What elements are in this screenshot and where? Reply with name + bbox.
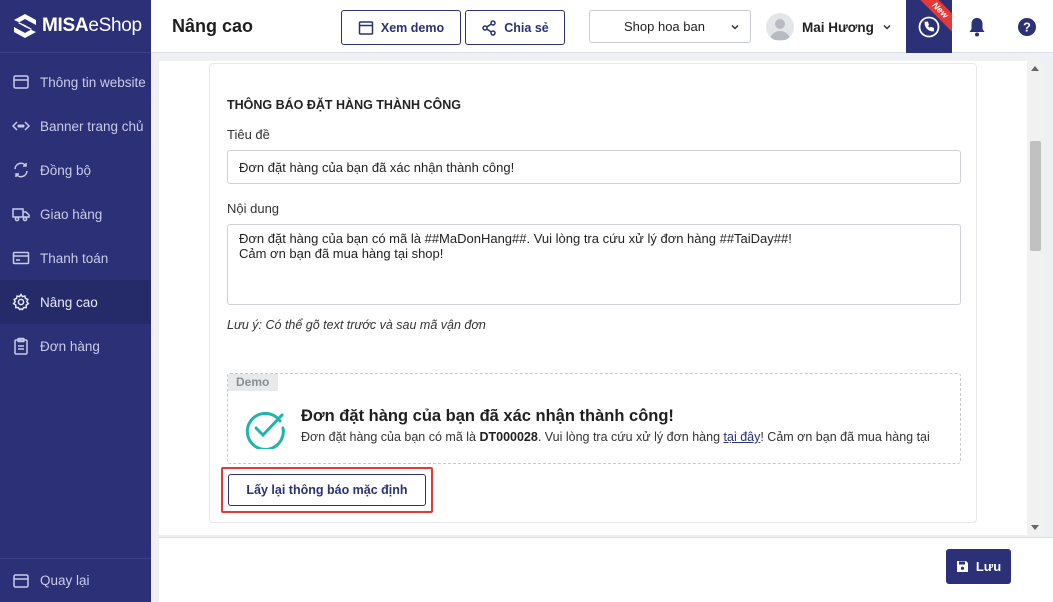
view-demo-button[interactable]: Xem demo [341, 10, 461, 45]
order-success-notification-card: THÔNG BÁO ĐẶT HÀNG THÀNH CÔNG Tiêu đề Nộ… [209, 63, 977, 523]
reset-button-highlight: Lấy lại thông báo mặc định [221, 467, 433, 513]
brand-logo[interactable]: MISAeShop [0, 0, 151, 53]
top-header: Nâng cao Xem demo Chia sẻ Shop hoa ban M… [151, 0, 1053, 53]
sidebar: MISAeShop Thông tin website Banner trang… [0, 0, 151, 602]
sidebar-item-label: Thanh toán [40, 250, 109, 266]
chevron-down-icon [883, 24, 891, 30]
sidebar-item-label: Đơn hàng [40, 338, 100, 354]
main-content: THÔNG BÁO ĐẶT HÀNG THÀNH CÔNG Tiêu đề Nộ… [159, 61, 1027, 535]
sync-icon [14, 162, 28, 178]
check-circle-icon [245, 411, 285, 449]
misa-logo-icon [14, 14, 36, 38]
browser-icon [13, 75, 29, 89]
demo-tag: Demo [228, 374, 278, 391]
gear-icon [12, 293, 30, 311]
user-name: Mai Hương [802, 19, 874, 35]
phone-support-icon [918, 16, 940, 37]
avatar [766, 13, 794, 41]
sidebar-item-label: Đồng bộ [40, 162, 92, 178]
help-button[interactable]: ? [1004, 0, 1050, 53]
sidebar-item-label: Nâng cao [40, 294, 98, 310]
sidebar-item-website-info[interactable]: Thông tin website [0, 60, 151, 104]
order-code: DT000028 [479, 430, 538, 444]
page-title: Nâng cao [172, 16, 254, 36]
banner-icon [12, 121, 30, 131]
demo-message: Đơn đặt hàng của bạn có mã là DT000028. … [301, 430, 930, 444]
shop-select-value: Shop hoa ban [624, 19, 705, 34]
view-demo-label: Xem demo [380, 20, 445, 35]
sidebar-item-label: Giao hàng [40, 206, 103, 222]
content-textarea[interactable]: Đơn đặt hàng của bạn có mã là ##MaDonHan… [227, 224, 961, 305]
scroll-down-arrow-icon[interactable] [1031, 525, 1039, 530]
sidebar-back-button[interactable]: Quay lại [0, 558, 151, 602]
support-phone-button[interactable]: New [906, 0, 952, 53]
lookup-link[interactable]: tại đây [724, 430, 761, 444]
section-title: THÔNG BÁO ĐẶT HÀNG THÀNH CÔNG [227, 98, 462, 112]
sidebar-item-shipping[interactable]: Giao hàng [0, 192, 151, 236]
note-text: Lưu ý: Có thể gõ text trước và sau mã vậ… [227, 318, 486, 332]
back-label: Quay lại [40, 573, 90, 588]
card-icon [12, 251, 30, 265]
bell-icon [969, 17, 985, 36]
scroll-thumb[interactable] [1030, 141, 1041, 251]
save-label: Lưu [975, 559, 1002, 574]
sidebar-item-payment[interactable]: Thanh toán [0, 236, 151, 280]
brand-name: MISAeShop [42, 15, 142, 36]
floppy-disk-icon [956, 561, 968, 572]
sidebar-nav: Thông tin website Banner trang chủ Đồng … [0, 53, 151, 368]
sidebar-item-label: Thông tin website [40, 74, 146, 90]
footer-bar: Lưu [159, 537, 1053, 602]
share-icon [482, 19, 497, 36]
clipboard-icon [14, 337, 28, 355]
user-menu[interactable]: Mai Hương [766, 13, 892, 41]
chevron-down-icon [731, 24, 739, 30]
user-avatar-icon [770, 19, 790, 40]
sidebar-item-banner[interactable]: Banner trang chủ [0, 104, 151, 148]
sidebar-item-advanced[interactable]: Nâng cao [0, 280, 151, 324]
demo-heading: Đơn đặt hàng của bạn đã xác nhận thành c… [301, 407, 674, 425]
window-icon [358, 20, 374, 35]
svg-text:?: ? [1023, 19, 1031, 34]
save-button[interactable]: Lưu [946, 549, 1011, 584]
title-input[interactable] [227, 150, 961, 184]
sidebar-item-orders[interactable]: Đơn hàng [0, 324, 151, 368]
sidebar-item-sync[interactable]: Đồng bộ [0, 148, 151, 192]
vertical-scrollbar[interactable] [1027, 61, 1044, 535]
truck-icon [12, 208, 30, 222]
demo-preview: Demo Đơn đặt hàng của bạn đã xác nhận th… [227, 373, 961, 464]
content-label: Nội dung [227, 201, 280, 216]
share-label: Chia sẻ [504, 20, 549, 35]
scroll-up-arrow-icon[interactable] [1031, 66, 1039, 71]
share-button[interactable]: Chia sẻ [465, 10, 565, 45]
notification-button[interactable] [954, 0, 1000, 53]
help-icon: ? [1018, 17, 1036, 36]
back-browser-icon [13, 573, 29, 588]
title-label: Tiêu đề [227, 127, 270, 142]
shop-select[interactable]: Shop hoa ban [589, 10, 751, 43]
sidebar-item-label: Banner trang chủ [40, 118, 144, 134]
reset-default-button[interactable]: Lấy lại thông báo mặc định [228, 474, 426, 506]
